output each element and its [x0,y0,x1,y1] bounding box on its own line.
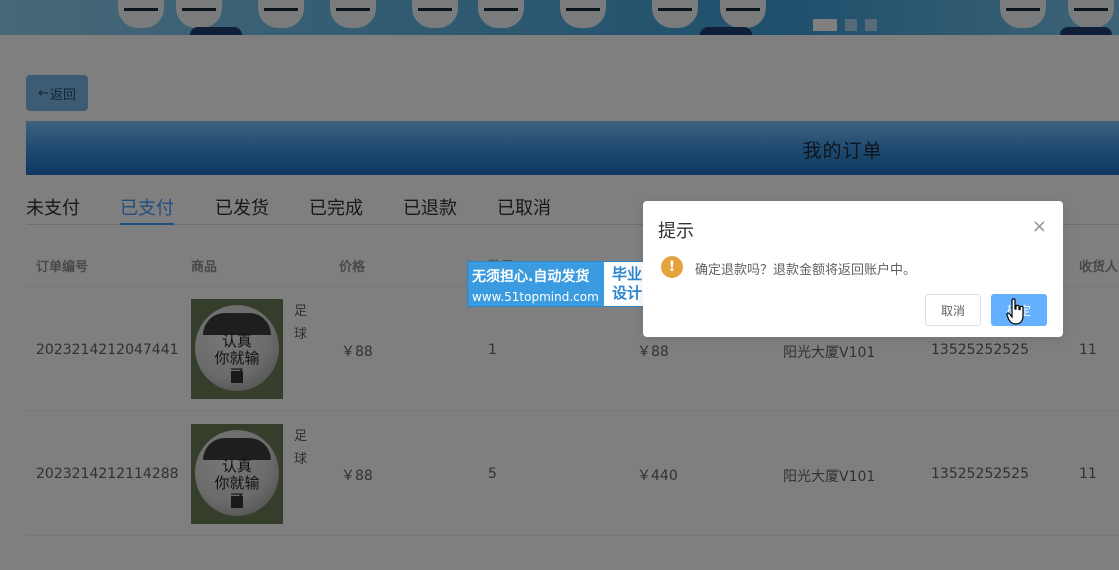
dialog-message: 确定退款吗？退款金额将返回账户中。 [695,263,917,278]
dialog-title: 提示 [658,221,694,242]
confirm-dialog: 提示 × ! 确定退款吗？退款金额将返回账户中。 取消 确定 [643,201,1063,337]
watermark-url: www.51topmind.com [472,290,599,304]
warning-icon: ! [661,256,683,278]
cancel-button[interactable]: 取消 [925,294,981,326]
close-icon[interactable]: × [1032,216,1047,237]
watermark: 无须担心.自动发货 www.51topmind.com 毕业 设计 [467,261,651,307]
hand-cursor-icon [1006,298,1024,325]
watermark-slogan: 无须担心.自动发货 [472,269,590,285]
